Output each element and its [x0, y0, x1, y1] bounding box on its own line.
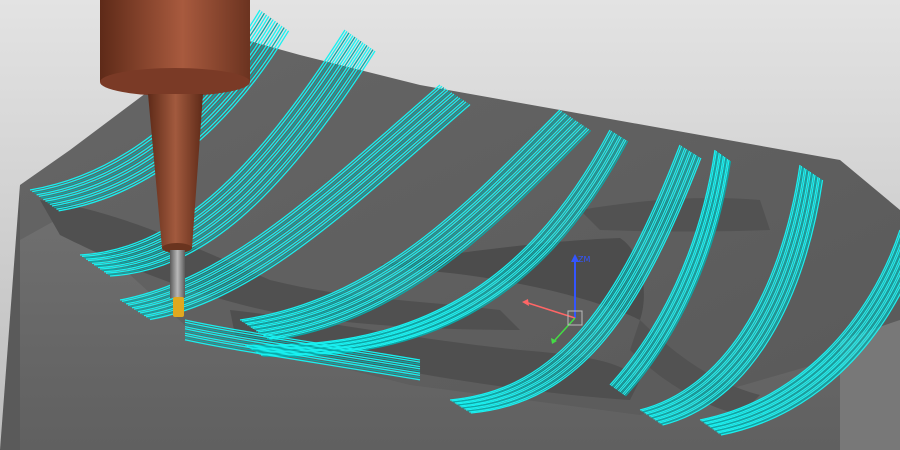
z-axis-label: ZM [578, 255, 590, 264]
cutter-tip [173, 297, 184, 317]
tool-shank [170, 250, 185, 298]
spindle-face [100, 68, 250, 96]
graphics-viewport[interactable]: ZM [0, 0, 900, 450]
cam-3d-scene[interactable]: ZM [0, 0, 900, 450]
